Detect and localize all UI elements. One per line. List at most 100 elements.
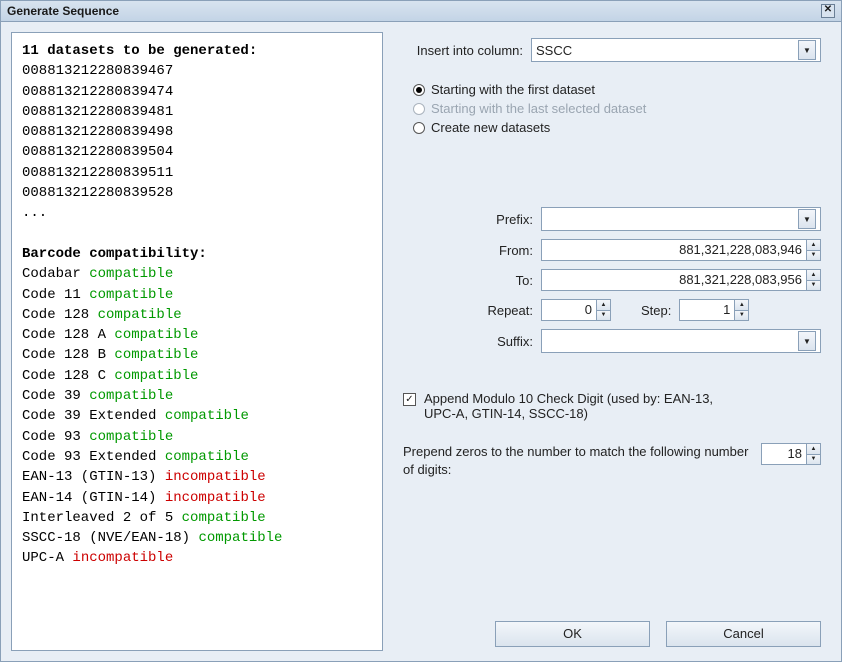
radio-last-selected: Starting with the last selected dataset (413, 101, 821, 116)
compat-status: incompatible (72, 550, 173, 566)
compat-row: Codabar compatible (22, 264, 372, 284)
chevron-up-icon[interactable]: ▲ (806, 444, 820, 455)
checkbox-icon (403, 393, 416, 406)
dialog-buttons: OK Cancel (403, 611, 821, 647)
compat-status: compatible (165, 408, 249, 424)
compat-heading: Barcode compatibility: (22, 244, 372, 264)
compat-status: compatible (89, 266, 173, 282)
preview-dataset-row: 008813212280839511 (22, 163, 372, 183)
content: 11 datasets to be generated: 00881321228… (1, 22, 841, 661)
preview-dataset-row: 008813212280839504 (22, 142, 372, 162)
insert-column-value: SSCC (536, 43, 572, 58)
insert-mode-radiogroup: Starting with the first dataset Starting… (413, 78, 821, 139)
repeat-spinner[interactable]: ▲▼ (596, 300, 610, 320)
preview-dataset-row: 008813212280839474 (22, 82, 372, 102)
compat-name: Code 11 (22, 287, 89, 303)
from-label: From: (403, 243, 533, 258)
radio-create-new[interactable]: Create new datasets (413, 120, 821, 135)
preview-heading: 11 datasets to be generated: (22, 41, 372, 61)
chevron-down-icon[interactable]: ▼ (798, 40, 816, 60)
compat-row: Code 93 compatible (22, 427, 372, 447)
chevron-up-icon[interactable]: ▲ (596, 300, 610, 311)
preview-datasets: 0088132122808394670088132122808394740088… (22, 61, 372, 223)
step-label: Step: (641, 303, 671, 318)
compat-name: Code 93 Extended (22, 449, 165, 465)
compat-list: Codabar compatibleCode 11 compatibleCode… (22, 264, 372, 568)
preview-panel: 11 datasets to be generated: 00881321228… (11, 32, 383, 651)
compat-row: Code 128 compatible (22, 305, 372, 325)
chevron-down-icon[interactable]: ▼ (734, 311, 748, 321)
radio-icon (413, 122, 425, 134)
compat-row: Code 11 compatible (22, 285, 372, 305)
compat-status: compatible (114, 347, 198, 363)
compat-name: UPC-A (22, 550, 72, 566)
prepend-zeros-value: 18 (762, 444, 806, 464)
chevron-down-icon[interactable]: ▼ (806, 251, 820, 261)
chevron-down-icon[interactable]: ▼ (798, 331, 816, 351)
chevron-down-icon[interactable]: ▼ (806, 281, 820, 291)
radio-first-dataset[interactable]: Starting with the first dataset (413, 82, 821, 97)
compat-status: compatible (89, 287, 173, 303)
repeat-value: 0 (542, 300, 596, 320)
repeat-field[interactable]: 0 ▲▼ (541, 299, 611, 321)
radio-icon (413, 84, 425, 96)
prefix-label: Prefix: (403, 212, 533, 227)
compat-name: EAN-13 (GTIN-13) (22, 469, 165, 485)
ok-button[interactable]: OK (495, 621, 650, 647)
from-spinner[interactable]: ▲▼ (806, 240, 820, 260)
prepend-zeros-field[interactable]: 18 ▲▼ (761, 443, 821, 465)
window-title: Generate Sequence (7, 4, 119, 18)
chevron-up-icon[interactable]: ▲ (734, 300, 748, 311)
chevron-up-icon[interactable]: ▲ (806, 240, 820, 251)
compat-row: Code 128 C compatible (22, 366, 372, 386)
from-value: 881,321,228,083,946 (542, 240, 806, 260)
chevron-down-icon[interactable]: ▼ (596, 311, 610, 321)
to-field[interactable]: 881,321,228,083,956 ▲▼ (541, 269, 821, 291)
cancel-button[interactable]: Cancel (666, 621, 821, 647)
compat-status: compatible (98, 307, 182, 323)
compat-name: Interleaved 2 of 5 (22, 510, 182, 526)
compat-status: compatible (182, 510, 266, 526)
preview-dataset-row: 008813212280839498 (22, 122, 372, 142)
preview-dataset-row: 008813212280839467 (22, 61, 372, 81)
compat-status: compatible (114, 327, 198, 343)
compat-status: compatible (114, 368, 198, 384)
compat-row: EAN-13 (GTIN-13) incompatible (22, 467, 372, 487)
prefix-select[interactable]: ▼ (541, 207, 821, 231)
sequence-fields: Prefix: ▼ From: 881,321,228,083,946 ▲▼ T… (403, 207, 821, 361)
chevron-down-icon[interactable]: ▼ (798, 209, 816, 229)
step-field[interactable]: 1 ▲▼ (679, 299, 749, 321)
compat-status: incompatible (165, 469, 266, 485)
compat-status: compatible (89, 388, 173, 404)
compat-name: Code 128 B (22, 347, 114, 363)
append-checkdigit-checkbox[interactable]: Append Modulo 10 Check Digit (used by: E… (403, 391, 821, 421)
compat-name: SSCC-18 (NVE/EAN-18) (22, 530, 198, 546)
repeat-label: Repeat: (403, 303, 533, 318)
compat-row: Code 39 compatible (22, 386, 372, 406)
preview-dataset-row: 008813212280839528 (22, 183, 372, 203)
compat-name: Code 128 C (22, 368, 114, 384)
compat-row: SSCC-18 (NVE/EAN-18) compatible (22, 528, 372, 548)
suffix-select[interactable]: ▼ (541, 329, 821, 353)
compat-name: EAN-14 (GTIN-14) (22, 490, 165, 506)
compat-row: UPC-A incompatible (22, 548, 372, 568)
chevron-down-icon[interactable]: ▼ (806, 455, 820, 465)
from-field[interactable]: 881,321,228,083,946 ▲▼ (541, 239, 821, 261)
step-spinner[interactable]: ▲▼ (734, 300, 748, 320)
prepend-spinner[interactable]: ▲▼ (806, 444, 820, 464)
insert-column-select[interactable]: SSCC ▼ (531, 38, 821, 62)
compat-name: Code 128 (22, 307, 98, 323)
suffix-label: Suffix: (403, 334, 533, 349)
preview-dataset-row: 008813212280839481 (22, 102, 372, 122)
compat-row: Code 128 B compatible (22, 345, 372, 365)
to-label: To: (403, 273, 533, 288)
insert-column-label: Insert into column: (403, 43, 523, 58)
compat-name: Code 39 Extended (22, 408, 165, 424)
compat-row: EAN-14 (GTIN-14) incompatible (22, 488, 372, 508)
chevron-up-icon[interactable]: ▲ (806, 270, 820, 281)
compat-row: Interleaved 2 of 5 compatible (22, 508, 372, 528)
to-spinner[interactable]: ▲▼ (806, 270, 820, 290)
compat-row: Code 93 Extended compatible (22, 447, 372, 467)
append-checkdigit-label: Append Modulo 10 Check Digit (used by: E… (424, 391, 724, 421)
close-icon[interactable]: ✕ (821, 4, 835, 18)
